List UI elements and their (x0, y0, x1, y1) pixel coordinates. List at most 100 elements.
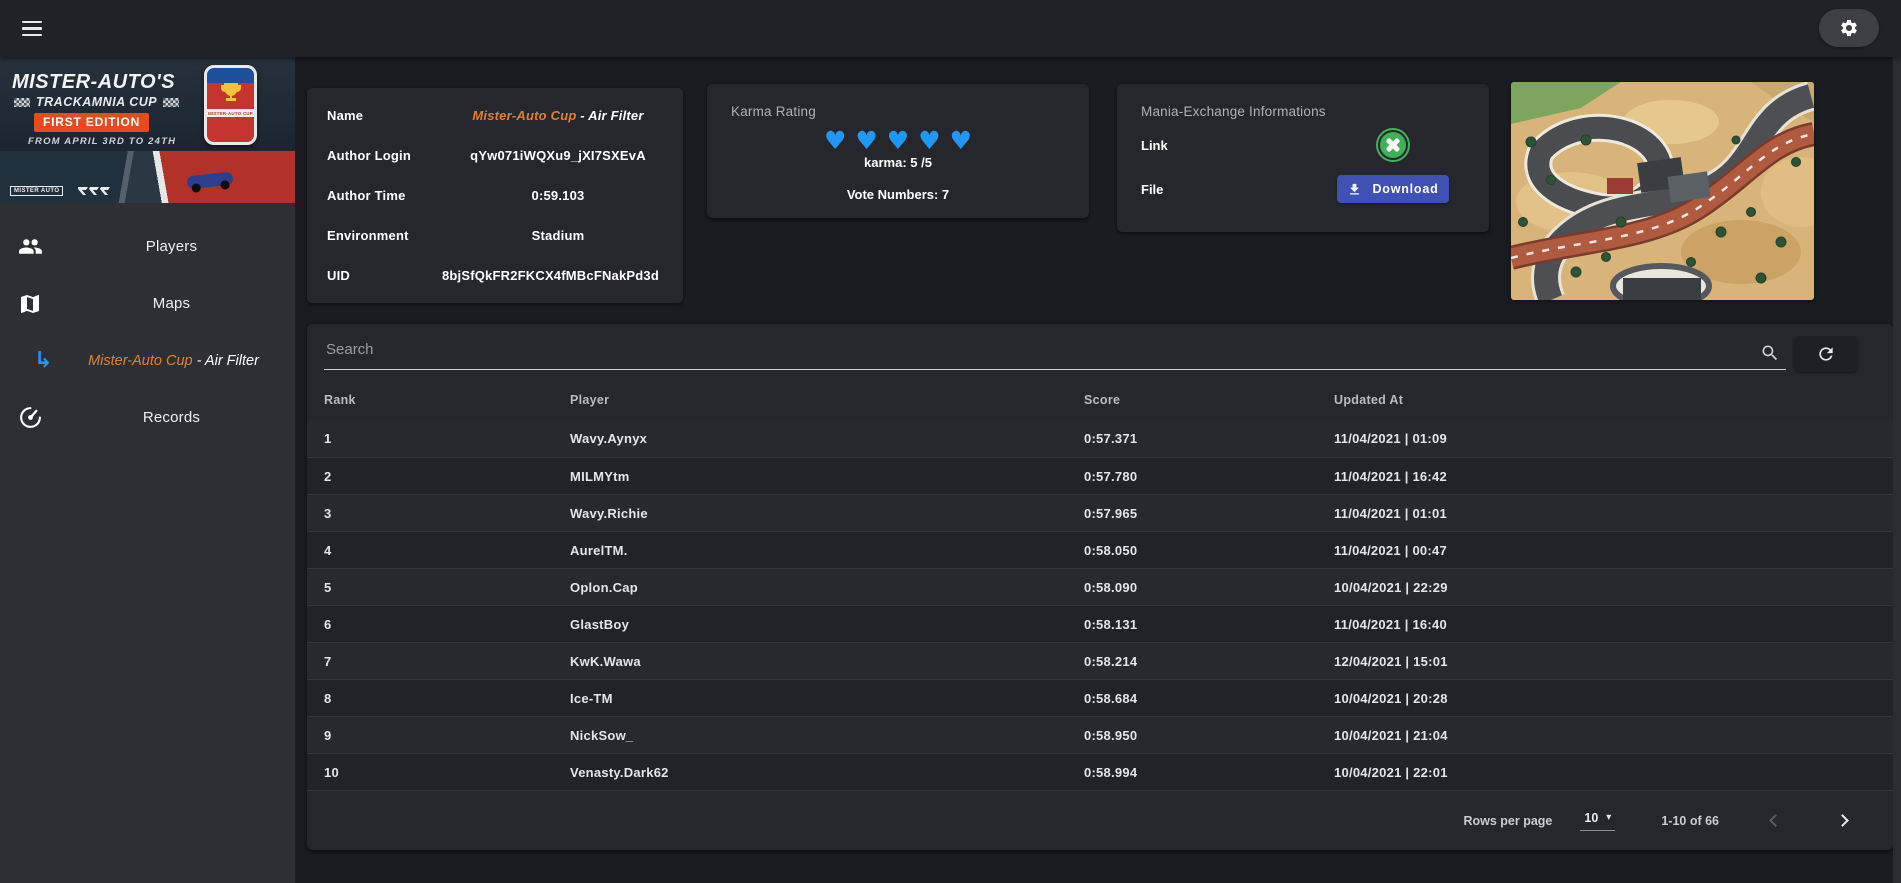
table-row[interactable]: 2 MILMYtm 0:57.780 11/04/2021 | 16:42 (307, 457, 1893, 494)
sidebar-item-current-map[interactable]: ↳ Mister-Auto Cup - Air Filter (0, 332, 295, 389)
column-header-rank: Rank (324, 393, 356, 407)
table-body: 1 Wavy.Aynyx 0:57.371 11/04/2021 | 01:09… (307, 420, 1893, 790)
score-cell: 0:58.214 (1084, 653, 1138, 669)
mania-exchange-card: Mania-Exchange Informations Link File Do… (1117, 84, 1489, 232)
rank-cell: 5 (324, 579, 332, 595)
sidebar-item-players[interactable]: Players (0, 218, 295, 275)
table-row[interactable]: 3 Wavy.Richie 0:57.965 11/04/2021 | 01:0… (307, 494, 1893, 531)
chevron-down-icon: ▾ (1606, 812, 1612, 823)
rows-per-page-select[interactable]: 10 ▾ (1580, 811, 1616, 831)
rank-cell: 1 (324, 431, 332, 446)
rank-cell: 2 (324, 468, 332, 484)
sidebar-item-label: Maps (152, 295, 191, 312)
menu-icon[interactable] (12, 9, 56, 49)
updated-at-cell: 10/04/2021 | 20:28 (1334, 690, 1448, 706)
updated-at-cell: 10/04/2021 | 21:04 (1334, 727, 1448, 743)
settings-button[interactable] (1819, 9, 1879, 47)
download-button[interactable]: Download (1337, 175, 1449, 203)
player-cell: KwK.Wawa (570, 653, 641, 669)
player-cell: MILMYtm (570, 468, 630, 484)
rank-cell: 8 (324, 690, 332, 706)
info-row-author-time: Author Time 0:59.103 (327, 176, 659, 216)
mx-link-label: Link (1141, 137, 1168, 153)
sidebar-item-records[interactable]: Records (0, 389, 295, 446)
next-page-button[interactable] (1832, 807, 1853, 834)
updated-at-cell: 11/04/2021 | 16:40 (1334, 616, 1447, 632)
score-cell: 0:58.050 (1084, 542, 1138, 558)
cup-banner: MISTER-AUTO'S TRACKAMNIA CUP FIRST EDITI… (0, 57, 295, 203)
table-row[interactable]: 1 Wavy.Aynyx 0:57.371 11/04/2021 | 01:09 (307, 420, 1893, 457)
table-row[interactable]: 10 Venasty.Dark62 0:58.994 10/04/2021 | … (307, 753, 1893, 790)
info-label: Environment (327, 227, 409, 243)
rows-per-page-label: Rows per page (1463, 813, 1553, 828)
sidebar: MISTER-AUTO'S TRACKAMNIA CUP FIRST EDITI… (0, 57, 295, 883)
author-login-value: qYw071iWQXu9_jXI7SXEvA (470, 148, 646, 164)
score-cell: 0:58.684 (1084, 690, 1138, 706)
banner-brands: MISTER AUTO (10, 185, 111, 197)
table-row[interactable]: 6 GlastBoy 0:58.131 11/04/2021 | 16:40 (307, 605, 1893, 642)
column-header-updated-at: Updated At (1334, 393, 1404, 407)
search-input[interactable] (324, 336, 1786, 370)
people-icon (0, 234, 62, 259)
checkered-flag-icon (163, 97, 180, 107)
search-field (324, 336, 1786, 372)
refresh-button[interactable] (1794, 336, 1858, 372)
heart-icon: ♥ (886, 126, 910, 155)
player-cell: Wavy.Richie (570, 505, 648, 521)
table-row[interactable]: 4 AurelTM. 0:58.050 11/04/2021 | 00:47 (307, 531, 1893, 568)
player-cell: Oplon.Cap (570, 579, 638, 595)
rank-cell: 10 (324, 764, 339, 780)
sidebar-item-label: Players (145, 238, 198, 255)
rank-cell: 3 (324, 505, 332, 521)
score-cell: 0:57.965 (1084, 505, 1138, 521)
sidebar-item-maps[interactable]: Maps (0, 275, 295, 332)
score-cell: 0:58.131 (1084, 616, 1138, 632)
updated-at-cell: 10/04/2021 | 22:01 (1334, 764, 1448, 780)
score-cell: 0:58.994 (1084, 764, 1138, 780)
map-name-value: Mister-Auto Cup - Air Filter (472, 108, 644, 124)
info-row-uid: UID 8bjSfQkFR2FKCX4fMBcFNakPd3d (327, 255, 659, 295)
race-car-art (186, 171, 234, 190)
info-label: UID (327, 267, 350, 283)
heart-icon: ♥ (949, 126, 973, 155)
karma-rating-card: Karma Rating ♥ ♥ ♥ ♥ ♥ karma: 5 /5 Vote Numb… (707, 84, 1089, 218)
map-icon (0, 292, 62, 316)
uid-value: 8bjSfQkFR2FKCX4fMBcFNakPd3d (441, 267, 659, 283)
updated-at-cell: 11/04/2021 | 16:42 (1334, 468, 1447, 484)
badge-text: MISTER-AUTO CUP (207, 109, 254, 117)
column-header-player: Player (570, 393, 610, 407)
chevron-left-icon (1769, 814, 1782, 827)
heart-icon: ♥ (855, 126, 878, 155)
previous-page-button[interactable] (1765, 807, 1786, 834)
search-icon[interactable] (1760, 343, 1780, 363)
player-cell: Venasty.Dark62 (570, 764, 669, 780)
environment-value: Stadium (531, 227, 585, 243)
chevron-right-icon (1836, 814, 1849, 827)
updated-at-cell: 11/04/2021 | 01:09 (1334, 431, 1447, 446)
mx-link-row: Link (1137, 123, 1469, 167)
sidebar-item-label: Records (142, 409, 201, 426)
info-label: Author Time (327, 187, 406, 203)
speedometer-icon (0, 405, 62, 430)
scrollbar[interactable] (1893, 57, 1901, 883)
pagination-range: 1-10 of 66 (1661, 813, 1719, 828)
updated-at-cell: 11/04/2021 | 01:01 (1334, 505, 1447, 521)
player-cell: Wavy.Aynyx (570, 431, 648, 446)
info-label: Name (327, 108, 364, 124)
table-row[interactable]: 5 Oplon.Cap 0:58.090 10/04/2021 | 22:29 (307, 568, 1893, 605)
records-panel: Rank Player Score Updated At 1 Wavy.Ayny… (307, 324, 1893, 850)
banner-edition-tag: FIRST EDITION (34, 113, 150, 132)
info-row-author-login: Author Login qYw071iWQXu9_jXI7SXEvA (327, 136, 659, 176)
mania-exchange-link-icon[interactable] (1376, 128, 1410, 162)
table-pagination: Rows per page 10 ▾ 1-10 of 66 (307, 790, 1893, 850)
map-thumbnail (1511, 82, 1814, 300)
karma-hearts: ♥ ♥ ♥ ♥ ♥ (707, 128, 1089, 153)
sidebar-item-label: Mister-Auto Cup - Air Filter (88, 352, 259, 369)
player-cell: GlastBoy (570, 616, 630, 632)
table-row[interactable]: 8 Ice-TM 0:58.684 10/04/2021 | 20:28 (307, 679, 1893, 716)
column-header-score: Score (1084, 393, 1121, 407)
mister-auto-logo: MISTER AUTO (10, 186, 64, 196)
info-row-environment: Environment Stadium (327, 215, 659, 255)
table-row[interactable]: 9 NickSow_ 0:58.950 10/04/2021 | 21:04 (307, 716, 1893, 753)
table-row[interactable]: 7 KwK.Wawa 0:58.214 12/04/2021 | 15:01 (307, 642, 1893, 679)
